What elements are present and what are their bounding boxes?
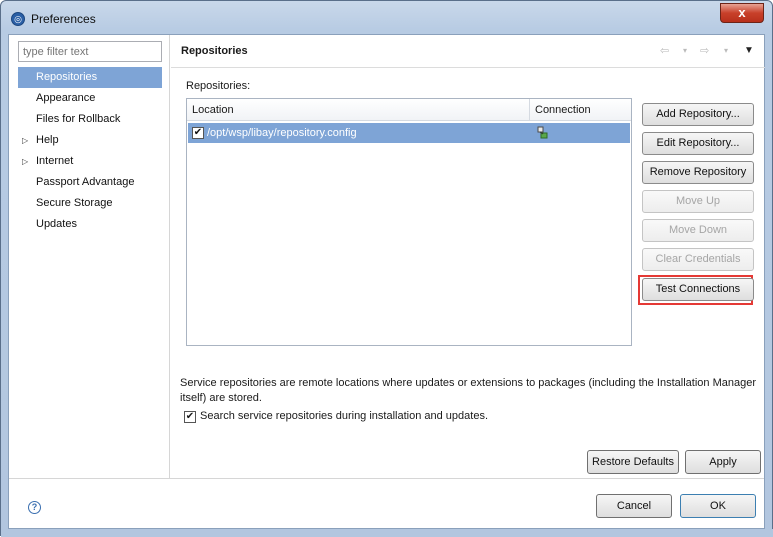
description-text: Service repositories are remote location…	[180, 377, 756, 404]
move-up-button[interactable]: Move Up	[642, 190, 754, 213]
preferences-window: ◎ Preferences x Repositories Appearance …	[0, 0, 773, 537]
repositories-label: Repositories:	[186, 80, 251, 92]
tree-item-label: Repositories	[36, 71, 98, 83]
tree-item-label: Help	[36, 134, 59, 146]
forward-arrow-icon[interactable]: ⇨	[700, 44, 709, 57]
tree-item-files-for-rollback[interactable]: Files for Rollback	[18, 109, 162, 130]
tree-item-internet[interactable]: ▷ Internet	[18, 151, 162, 172]
table-header: Location Connection	[187, 99, 631, 121]
tree-item-label: Files for Rollback	[36, 113, 121, 125]
window-title: Preferences	[31, 12, 96, 26]
filter-input[interactable]	[18, 41, 162, 62]
page-title: Repositories	[181, 45, 248, 57]
repository-location: /opt/wsp/libay/repository.config	[207, 127, 357, 139]
column-header-connection[interactable]: Connection	[530, 99, 630, 121]
repositories-table[interactable]: Location Connection ✔ /opt/wsp/libay/rep…	[186, 98, 632, 346]
apply-button[interactable]: Apply	[685, 450, 761, 474]
tree-item-repositories[interactable]: Repositories	[18, 67, 162, 88]
tree-item-label: Appearance	[36, 92, 96, 104]
repository-enabled-checkbox[interactable]: ✔	[192, 127, 204, 139]
view-menu-icon[interactable]: ▼	[744, 45, 754, 56]
cancel-button[interactable]: Cancel	[596, 494, 672, 518]
tree-item-label: Updates	[36, 218, 77, 230]
restore-defaults-button[interactable]: Restore Defaults	[587, 450, 679, 474]
dialog-body: Repositories Appearance Files for Rollba…	[8, 34, 765, 529]
tree-item-updates[interactable]: Updates	[18, 214, 162, 235]
tree-item-label: Secure Storage	[36, 197, 113, 209]
dropdown-icon[interactable]: ▾	[724, 46, 728, 55]
tree-item-secure-storage[interactable]: Secure Storage	[18, 193, 162, 214]
edit-repository-button[interactable]: Edit Repository...	[642, 132, 754, 155]
column-header-location[interactable]: Location	[187, 99, 529, 121]
dropdown-icon[interactable]: ▾	[683, 46, 687, 55]
preference-nav: Repositories Appearance Files for Rollba…	[9, 35, 170, 478]
test-connections-button[interactable]: Test Connections	[642, 278, 754, 301]
back-arrow-icon[interactable]: ⇦	[660, 44, 669, 57]
connection-icon	[537, 126, 548, 139]
tree-item-appearance[interactable]: Appearance	[18, 88, 162, 109]
header-divider	[171, 67, 765, 68]
tree-item-label: Internet	[36, 155, 74, 167]
search-service-repositories-label[interactable]: Search service repositories during insta…	[200, 410, 488, 422]
app-icon: ◎	[11, 12, 25, 26]
preference-tree: Repositories Appearance Files for Rollba…	[18, 67, 162, 235]
footer-divider	[9, 478, 764, 479]
tree-item-label: Passport Advantage	[36, 176, 135, 188]
expand-arrow-icon[interactable]: ▷	[22, 151, 28, 172]
search-service-repositories-checkbox[interactable]: ✔	[184, 411, 196, 423]
clear-credentials-button[interactable]: Clear Credentials	[642, 248, 754, 271]
help-icon[interactable]: ?	[28, 501, 41, 514]
ok-button[interactable]: OK	[680, 494, 756, 518]
title-bar[interactable]: ◎ Preferences x	[1, 1, 772, 35]
page-navigation: ⇦ ▾ ⇨ ▾ ▼	[660, 44, 760, 60]
add-repository-button[interactable]: Add Repository...	[642, 103, 754, 126]
move-down-button[interactable]: Move Down	[642, 219, 754, 242]
tree-item-passport-advantage[interactable]: Passport Advantage	[18, 172, 162, 193]
close-button[interactable]: x	[720, 3, 764, 23]
expand-arrow-icon[interactable]: ▷	[22, 130, 28, 151]
table-row[interactable]: ✔ /opt/wsp/libay/repository.config	[188, 123, 630, 143]
tree-item-help[interactable]: ▷ Help	[18, 130, 162, 151]
remove-repository-button[interactable]: Remove Repository	[642, 161, 754, 184]
